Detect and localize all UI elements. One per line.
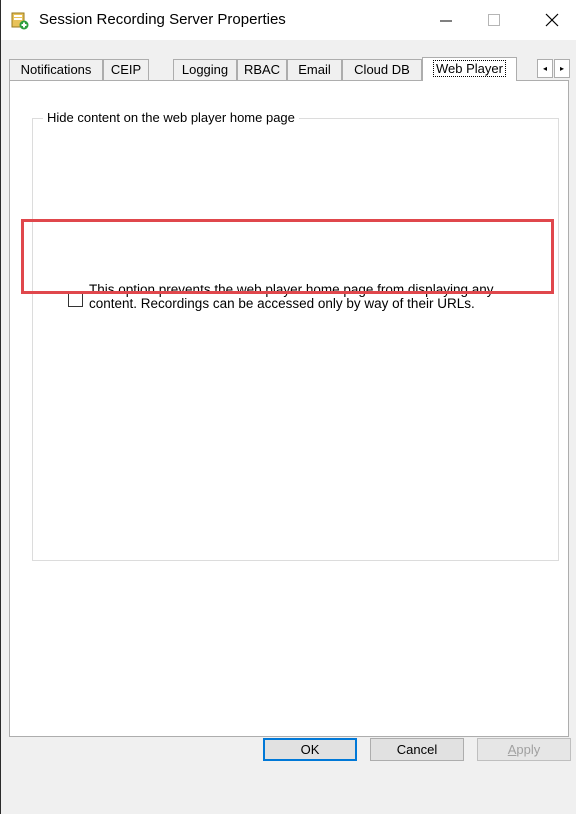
tab-strip: Notifications CEIP Logging RBAC Email Cl…: [9, 57, 570, 81]
tab-ceip[interactable]: CEIP: [103, 59, 149, 80]
tab-cloud-db[interactable]: Cloud DB: [342, 59, 422, 80]
title-bar: Session Recording Server Properties: [1, 0, 576, 40]
tab-scroll-left-button[interactable]: ◂: [537, 59, 553, 78]
tab-label: Notifications: [20, 62, 92, 77]
cancel-button[interactable]: Cancel: [370, 738, 464, 761]
minimize-icon: [440, 20, 452, 22]
server-properties-icon: [11, 12, 29, 30]
maximize-icon: [488, 14, 500, 26]
hide-content-groupbox: Hide content on the web player home page…: [32, 110, 559, 561]
window-title: Session Recording Server Properties: [39, 11, 286, 28]
tab-email[interactable]: Email: [287, 59, 342, 80]
tab-label: RBAC: [243, 62, 281, 77]
tab-notifications[interactable]: Notifications: [9, 59, 103, 80]
close-icon: [545, 13, 559, 27]
option-text-line-2: content. Recordings can be accessed only…: [89, 296, 475, 311]
option-text-line-1: This option prevents the web player home…: [89, 282, 494, 297]
apply-label-rest: pply: [516, 742, 541, 757]
ok-button[interactable]: OK: [263, 738, 357, 761]
tab-label: Logging: [181, 62, 229, 77]
chevron-right-icon: ▸: [559, 64, 564, 73]
hide-content-option-label[interactable]: This option prevents the web player home…: [89, 283, 559, 311]
properties-window: Session Recording Server Properties Noti…: [0, 0, 576, 814]
groupbox-title: Hide content on the web player home page: [43, 110, 299, 125]
minimize-button[interactable]: [423, 0, 469, 40]
tab-rbac[interactable]: RBAC: [237, 59, 287, 80]
tab-logging[interactable]: Logging: [173, 59, 237, 80]
close-button[interactable]: [529, 0, 575, 40]
hide-content-checkbox[interactable]: [68, 292, 83, 307]
web-player-tab-page: Hide content on the web player home page…: [9, 80, 569, 737]
tab-scroll-right-button[interactable]: ▸: [554, 59, 570, 78]
chevron-left-icon: ◂: [542, 64, 547, 73]
tab-label: CEIP: [110, 62, 142, 77]
tab-label: Email: [298, 62, 331, 77]
tab-label: Web Player: [433, 60, 506, 77]
tab-label: Cloud DB: [354, 62, 410, 77]
maximize-button[interactable]: [471, 0, 517, 40]
apply-button[interactable]: Apply: [477, 738, 571, 761]
tab-web-player[interactable]: Web Player: [422, 57, 517, 81]
tab-scroll-buttons: ◂ ▸: [537, 59, 570, 78]
